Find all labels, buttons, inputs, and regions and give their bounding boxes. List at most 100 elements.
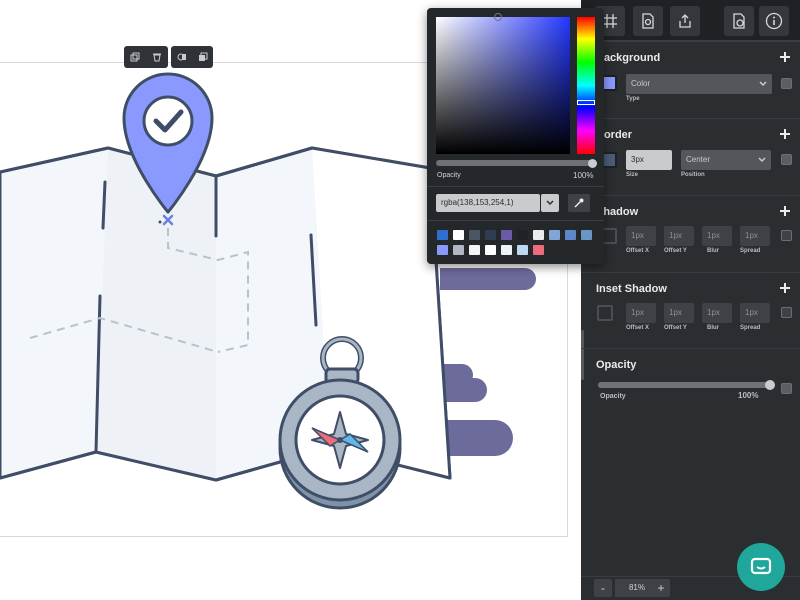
shadow-offset-y-input[interactable]: 1px	[664, 226, 694, 246]
color-format-dropdown[interactable]	[541, 194, 559, 212]
background-enabled-checkbox[interactable]	[781, 78, 792, 89]
border-swatch-fill	[603, 154, 615, 166]
color-swatch[interactable]	[533, 245, 544, 255]
info-button[interactable]	[759, 6, 789, 36]
opacity-slider-fill	[598, 382, 770, 388]
shadow-offset-x-input[interactable]: 1px	[626, 226, 656, 246]
duplicate-button[interactable]	[124, 46, 146, 68]
border-section: Border 3px Size Center Position	[581, 118, 800, 195]
divider	[427, 220, 604, 221]
inset-spread-input[interactable]: 1px	[740, 303, 770, 323]
opacity-slider-knob[interactable]	[765, 380, 775, 390]
color-swatch[interactable]	[581, 230, 592, 240]
add-shadow-icon[interactable]	[778, 204, 792, 218]
bring-forward-button[interactable]	[192, 46, 213, 68]
color-swatch[interactable]	[549, 230, 560, 240]
bring-forward-icon	[198, 52, 207, 61]
inset-blur-label: Blur	[707, 325, 719, 331]
color-swatch[interactable]	[437, 245, 448, 255]
opacity-section: Opacity Opacity 100%	[581, 348, 800, 408]
chevron-down-icon	[758, 157, 766, 163]
chevron-down-icon	[546, 200, 554, 206]
background-section: Background Color Type	[581, 41, 800, 118]
page-info-button[interactable]	[724, 6, 754, 36]
border-position-select[interactable]: Center	[681, 150, 771, 170]
properties-panel: Background Color Type Border 3px Size Ce…	[581, 0, 800, 600]
inset-blur-input[interactable]: 1px	[702, 303, 732, 323]
eyedropper-button[interactable]	[568, 194, 590, 212]
color-swatch[interactable]	[453, 245, 464, 255]
shadow-offset-x-label: Offset X	[626, 248, 650, 254]
shadow-blur-input[interactable]: 1px	[702, 226, 732, 246]
hue-handle[interactable]	[577, 100, 595, 105]
picker-opacity-label: Opacity	[437, 172, 461, 179]
opacity-label: Opacity	[600, 393, 626, 400]
color-swatch[interactable]	[485, 245, 496, 255]
duplicate-icon	[130, 52, 140, 62]
border-enabled-checkbox[interactable]	[781, 154, 792, 165]
share-button[interactable]	[670, 6, 700, 36]
color-swatch[interactable]	[517, 230, 528, 240]
color-swatch[interactable]	[469, 230, 480, 240]
color-swatch[interactable]	[501, 245, 512, 255]
shadow-spread-input[interactable]: 1px	[740, 226, 770, 246]
add-border-icon[interactable]	[778, 127, 792, 141]
saturation-value-area[interactable]	[436, 17, 570, 154]
border-size-input[interactable]: 3px	[626, 150, 672, 170]
color-swatch[interactable]	[517, 245, 528, 255]
opacity-enabled-checkbox[interactable]	[781, 383, 792, 394]
color-swatch[interactable]	[485, 230, 496, 240]
opacity-slider[interactable]	[598, 380, 775, 390]
inset-shadow-title: Inset Shadow	[596, 283, 667, 295]
delete-button[interactable]	[146, 46, 168, 68]
divider	[427, 186, 604, 187]
picker-opacity-slider[interactable]	[436, 160, 596, 166]
inset-shadow-section: Inset Shadow 1px 1px 1px 1px Offset X Of…	[581, 272, 800, 348]
add-background-icon[interactable]	[778, 50, 792, 64]
border-position-value: Center	[686, 155, 711, 164]
color-swatch[interactable]	[565, 230, 576, 240]
layer-order-toolbar	[171, 46, 213, 68]
border-position-label: Position	[681, 172, 705, 178]
hue-slider[interactable]	[577, 17, 595, 154]
color-swatch[interactable]	[501, 230, 512, 240]
shadow-spread-label: Spread	[740, 248, 761, 254]
picker-opacity-knob[interactable]	[588, 159, 597, 168]
cloud-shapes	[440, 268, 536, 456]
inset-offset-y-label: Offset Y	[664, 325, 687, 331]
color-handle[interactable]	[494, 13, 502, 21]
inset-shadow-enabled-checkbox[interactable]	[781, 307, 792, 318]
background-title: Background	[596, 52, 661, 64]
share-icon	[679, 14, 691, 28]
inset-shadow-color-swatch[interactable]	[597, 305, 613, 321]
background-type-value: Color	[631, 79, 651, 88]
opacity-value: 100%	[738, 391, 759, 400]
shadow-blur-label: Blur	[707, 248, 719, 254]
picker-opacity-value: 100%	[573, 171, 594, 180]
color-swatch[interactable]	[453, 230, 464, 240]
send-backward-button[interactable]	[171, 46, 192, 68]
page-settings-icon	[642, 13, 654, 29]
zoom-in-button[interactable]: +	[652, 579, 670, 597]
panel-toolbar	[581, 0, 800, 41]
inset-offset-x-input[interactable]: 1px	[626, 303, 656, 323]
eyedropper-icon	[574, 198, 584, 208]
opacity-title: Opacity	[596, 359, 637, 371]
background-type-label: Type	[626, 96, 640, 102]
color-swatch[interactable]	[533, 230, 544, 240]
add-inset-shadow-icon[interactable]	[778, 281, 792, 295]
zoom-out-button[interactable]: -	[594, 579, 612, 597]
shadow-enabled-checkbox[interactable]	[781, 230, 792, 241]
inset-offset-y-input[interactable]: 1px	[664, 303, 694, 323]
color-swatch[interactable]	[437, 230, 448, 240]
color-swatch[interactable]	[469, 245, 480, 255]
inset-spread-label: Spread	[740, 325, 761, 331]
chat-icon	[750, 557, 772, 575]
page-settings-button[interactable]	[633, 6, 663, 36]
chevron-down-icon	[759, 81, 767, 87]
chat-launcher-button[interactable]	[737, 543, 785, 591]
grid-icon	[603, 14, 617, 28]
inset-offset-x-label: Offset X	[626, 325, 650, 331]
rgba-input[interactable]: rgba(138,153,254,1)	[436, 194, 540, 212]
background-type-select[interactable]: Color	[626, 74, 772, 94]
